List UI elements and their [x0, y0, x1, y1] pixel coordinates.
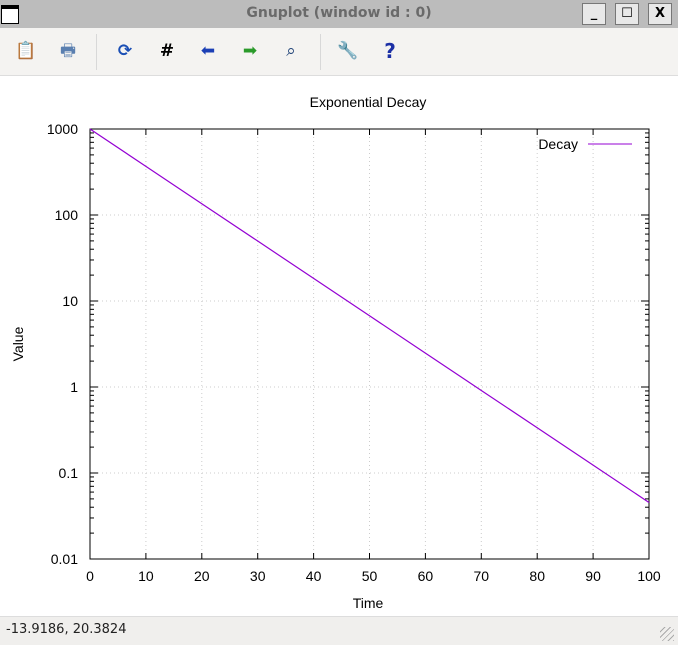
x-tick-label: 100: [637, 568, 661, 584]
maximize-button[interactable]: ☐: [615, 3, 639, 25]
help-icon[interactable]: ?: [379, 40, 401, 62]
legend-label: Decay: [538, 136, 578, 152]
x-tick-label: 80: [529, 568, 545, 584]
x-tick-label: 40: [306, 568, 322, 584]
copy-to-clipboard-icon[interactable]: 📋: [15, 40, 37, 62]
replot-icon[interactable]: ⟳: [114, 40, 136, 62]
minimize-button[interactable]: _: [582, 3, 606, 25]
x-tick-label: 10: [138, 568, 154, 584]
ticks: 0 10 20 30 40 50 60 70 80 90 100 0.01 0.1 1 10 100 1000: [47, 121, 661, 584]
x-tick-label: 70: [474, 568, 490, 584]
y-tick-label: 1: [70, 379, 78, 395]
y-tick-label: 10: [62, 293, 78, 309]
print-icon[interactable]: 🖶: [57, 40, 79, 62]
autoscale-icon[interactable]: ⌕: [280, 40, 302, 62]
zoom-previous-icon[interactable]: ⬅: [197, 40, 219, 62]
resize-grip[interactable]: [660, 627, 674, 641]
y-tick-label: 0.1: [59, 465, 79, 481]
title-bar: Gnuplot (window id : 0) _ ☐ X: [0, 0, 678, 28]
status-bar: -13.9186, 20.3824: [0, 616, 678, 645]
y-axis-label: Value: [10, 326, 26, 361]
x-tick-label: 50: [362, 568, 378, 584]
y-tick-label: 0.01: [51, 551, 78, 567]
x-tick-label: 20: [194, 568, 210, 584]
x-tick-label: 30: [250, 568, 266, 584]
x-tick-label: 60: [418, 568, 434, 584]
plot-canvas[interactable]: Exponential Decay 0 10 20 30 40 50 60 70 80 90 100…: [0, 76, 678, 616]
window-title: Gnuplot (window id : 0): [246, 5, 432, 21]
mouse-coordinates: -13.9186, 20.3824: [6, 622, 127, 637]
close-button[interactable]: X: [648, 3, 672, 25]
settings-wrench-icon[interactable]: 🔧: [337, 40, 359, 62]
toolbar: 📋 🖶 ⟳ # ⬅ ➡ ⌕ 🔧 ?: [0, 28, 678, 76]
chart-title: Exponential Decay: [310, 94, 427, 110]
y-tick-label: 1000: [47, 121, 78, 137]
grid-icon[interactable]: #: [156, 40, 178, 62]
x-tick-label: 90: [585, 568, 601, 584]
grid: [90, 129, 649, 559]
x-tick-label: 0: [86, 568, 94, 584]
y-tick-label: 100: [55, 207, 79, 223]
x-axis-label: Time: [353, 595, 384, 611]
zoom-next-icon[interactable]: ➡: [239, 40, 261, 62]
